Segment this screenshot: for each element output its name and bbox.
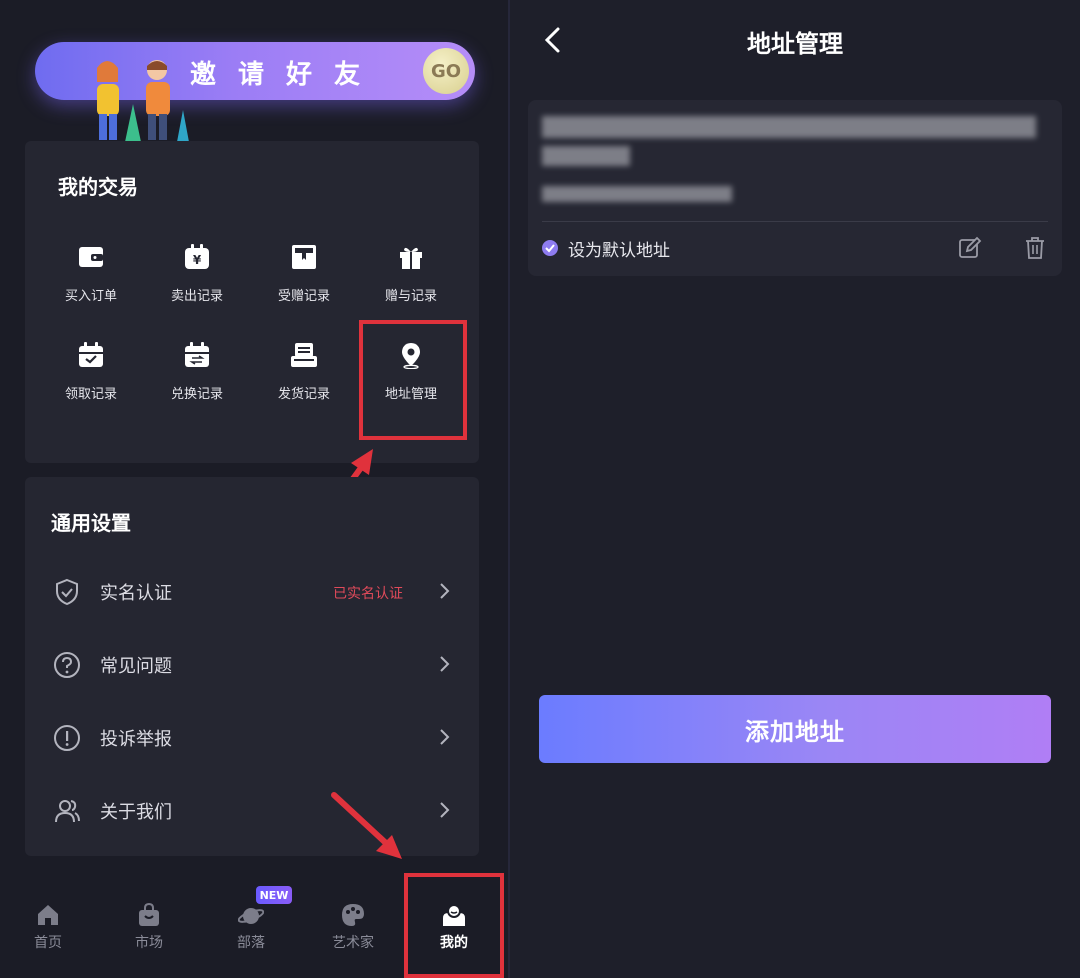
address-management-screen: 地址管理 设为默认地址 添加地址 xyxy=(510,0,1080,978)
tab-home[interactable]: 首页 xyxy=(8,902,88,952)
default-checkbox[interactable] xyxy=(542,240,558,256)
tab-artist[interactable]: 艺术家 xyxy=(313,902,393,952)
trade-item-label: 赠与记录 xyxy=(384,289,437,304)
general-settings-title: 通用设置 xyxy=(51,511,131,535)
setting-label: 投诉举报 xyxy=(100,729,172,750)
trade-item-sent-gifts[interactable]: 赠与记录 xyxy=(358,243,464,304)
highlight-box-address xyxy=(359,320,467,440)
home-icon xyxy=(38,905,58,925)
trade-item-label: 兑换记录 xyxy=(170,387,223,402)
tab-label: 艺术家 xyxy=(332,935,374,951)
people-illustration-icon xyxy=(97,60,189,142)
go-button[interactable]: GO xyxy=(423,48,469,94)
setting-row-complaints[interactable]: 投诉举报 xyxy=(25,708,479,768)
trade-item-label: 发货记录 xyxy=(277,387,330,402)
exclamation-circle-icon xyxy=(54,725,80,751)
question-circle-icon xyxy=(54,652,80,678)
setting-row-faq[interactable]: 常见问题 xyxy=(25,635,479,695)
trash-icon[interactable] xyxy=(1024,236,1046,260)
present-icon xyxy=(400,247,422,269)
calendar-check-icon xyxy=(79,342,103,367)
trade-item-buy-orders[interactable]: 买入订单 xyxy=(38,243,144,304)
invite-friends-banner[interactable]: 邀请好友 GO xyxy=(35,42,475,142)
default-address-label: 设为默认地址 xyxy=(568,241,670,261)
calendar-exchange-icon xyxy=(185,342,209,367)
tab-market[interactable]: 市场 xyxy=(109,902,189,952)
trade-item-label: 卖出记录 xyxy=(170,289,223,304)
svg-text:¥: ¥ xyxy=(193,253,202,267)
my-trades-title: 我的交易 xyxy=(58,175,138,199)
chevron-right-icon xyxy=(440,729,450,745)
highlight-box-mine-tab xyxy=(404,873,504,978)
setting-label: 常见问题 xyxy=(100,656,172,677)
users-icon xyxy=(55,800,80,823)
gift-box-icon xyxy=(292,245,316,269)
palette-icon xyxy=(342,904,364,926)
chevron-right-icon xyxy=(440,802,450,818)
chevron-right-icon xyxy=(440,656,450,672)
tab-label: 首页 xyxy=(34,935,62,951)
shipment-icon xyxy=(291,343,317,367)
shield-check-icon xyxy=(56,578,78,606)
verification-status: 已实名认证 xyxy=(333,586,403,602)
address-divider xyxy=(542,221,1048,222)
chevron-right-icon xyxy=(440,583,450,599)
planet-icon xyxy=(238,908,264,924)
trade-item-label: 买入订单 xyxy=(64,289,117,304)
wallet-icon xyxy=(79,247,103,267)
yen-bag-icon: ¥ xyxy=(185,244,209,269)
add-address-button[interactable]: 添加地址 xyxy=(539,695,1051,763)
setting-label: 实名认证 xyxy=(100,583,172,604)
trade-item-claim-records[interactable]: 领取记录 xyxy=(38,341,144,402)
trade-item-label: 领取记录 xyxy=(64,387,117,402)
shopping-bag-icon xyxy=(139,902,159,926)
trade-item-shipping-records[interactable]: 发货记录 xyxy=(251,341,357,402)
edit-icon[interactable] xyxy=(958,236,982,260)
pointer-arrow-icon xyxy=(331,792,402,859)
tab-tribe[interactable]: 部落 xyxy=(211,902,291,952)
invite-title: 邀请好友 xyxy=(190,60,383,90)
trade-item-label: 受赠记录 xyxy=(277,289,330,304)
new-badge: NEW xyxy=(256,886,292,904)
profile-screen: 邀请好友 GO 我的交易 买入订单 ¥ 卖出记录 受赠记录 赠与记录 领取记录 … xyxy=(0,0,510,978)
setting-label: 关于我们 xyxy=(100,802,172,823)
trade-item-exchange-records[interactable]: 兑换记录 xyxy=(144,341,250,402)
tab-label: 部落 xyxy=(237,935,265,951)
trade-item-sell-records[interactable]: ¥ 卖出记录 xyxy=(144,243,250,304)
trade-item-received-gifts[interactable]: 受赠记录 xyxy=(251,243,357,304)
redacted-contact-line xyxy=(542,186,732,202)
redacted-address-line xyxy=(542,116,1036,138)
setting-row-real-name[interactable]: 实名认证 已实名认证 xyxy=(25,562,479,622)
address-card[interactable]: 设为默认地址 xyxy=(528,100,1062,276)
page-title: 地址管理 xyxy=(747,30,843,58)
check-icon xyxy=(545,244,555,253)
tab-label: 市场 xyxy=(135,935,163,951)
redacted-address-line xyxy=(542,146,630,166)
